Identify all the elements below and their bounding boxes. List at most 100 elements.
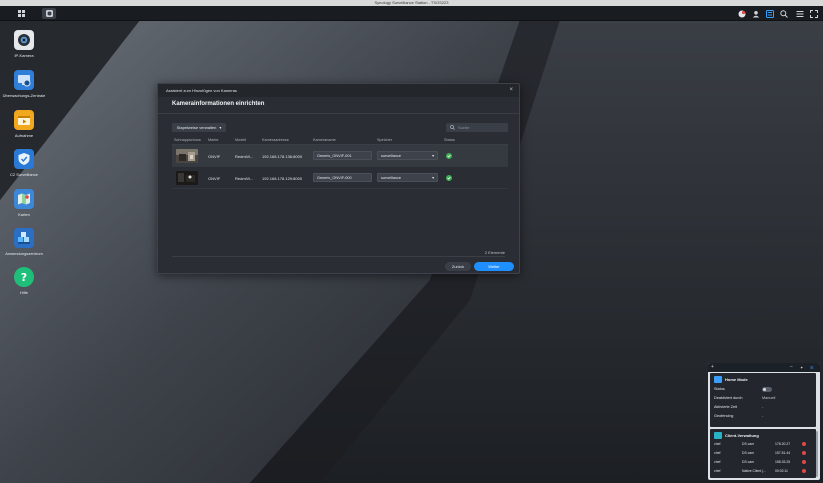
client-type: DS cam xyxy=(742,460,755,464)
batch-manage-label: Stapelweise verwalten xyxy=(176,125,217,130)
column-header-address[interactable]: Kameraadresse xyxy=(262,138,289,142)
disconnect-icon[interactable] xyxy=(802,460,806,464)
dialog-heading: Kamerainformationen einrichten xyxy=(172,101,265,107)
geofencing-label: Geofencing xyxy=(714,414,734,418)
widget-toolbar: + − ✦ ☰ xyxy=(708,363,820,372)
search-button[interactable] xyxy=(778,8,790,19)
notification-button[interactable] xyxy=(736,8,748,19)
column-header-brand[interactable]: Marke xyxy=(208,138,219,142)
disconnect-icon[interactable] xyxy=(802,451,806,455)
search-input[interactable] xyxy=(458,125,506,130)
camera-icon xyxy=(14,30,34,50)
recording-icon xyxy=(14,110,34,130)
home-mode-card: Home Mode Status Deaktiviert durch Manue… xyxy=(710,373,816,427)
desktop-icon-label: C2 Surveillance xyxy=(9,172,38,177)
camera-name-input[interactable]: Generic_ONVIF-001 xyxy=(313,151,372,160)
desktop-icon-monitor-center[interactable]: Überwachungs-Zentrale xyxy=(0,70,48,98)
table-row[interactable]: ONVIF RedmiVi... 192.168.178.136:8000 Ge… xyxy=(172,145,508,167)
notification-icon xyxy=(738,10,746,17)
client-management-title: Client-Verwaltung xyxy=(725,433,759,438)
fullscreen-button[interactable] xyxy=(808,8,820,19)
user-icon xyxy=(752,10,760,17)
dialog-header: Assistent zum Hinzufügen von Kameras × xyxy=(158,84,519,97)
active-time-label: Aktivierte Zeit xyxy=(714,405,737,409)
storage-select[interactable]: surveillance ▾ xyxy=(377,173,438,182)
status-ok-icon xyxy=(446,153,452,159)
table-header: Schnappschuss Marke Modell Kameraadresse… xyxy=(172,136,508,145)
desktop-icon-label: Hilfe xyxy=(19,290,28,295)
table-row[interactable]: ONVIF RedmiVi... 192.168.178.129:8000 Ge… xyxy=(172,167,508,189)
desktop-icon-recording[interactable]: Aufnahme xyxy=(0,110,48,138)
storage-value: surveillance xyxy=(381,175,402,180)
client-ip: 178.20.27 xyxy=(775,442,791,446)
main-menu-button[interactable] xyxy=(14,8,28,19)
disconnect-icon[interactable] xyxy=(802,469,806,473)
desktop-icon-label: Anwendungszentrum xyxy=(5,251,43,256)
desktop-icon-label: Karten xyxy=(18,212,30,217)
divider xyxy=(158,113,519,114)
column-header-status[interactable]: Status xyxy=(444,138,455,142)
camera-snapshot xyxy=(176,149,198,163)
status-label: Status xyxy=(714,387,725,391)
column-header-snapshot[interactable]: Schnappschuss xyxy=(174,138,201,142)
active-time-value: - xyxy=(762,405,764,409)
desktop-icon-c2-surveillance[interactable]: C2 Surveillance xyxy=(0,149,48,177)
client-type: Native Client (... xyxy=(742,469,767,473)
cell-brand: ONVIF xyxy=(208,176,221,181)
column-header-storage[interactable]: Speicher xyxy=(377,138,392,142)
close-icon[interactable]: × xyxy=(509,87,513,93)
cell-model: RedmiVi... xyxy=(235,154,254,159)
camera-name-input[interactable]: Generic_ONVIF-000 xyxy=(313,173,372,182)
client-ip: 158.33.25 xyxy=(775,460,791,464)
search-icon xyxy=(780,9,788,18)
settings-icon[interactable]: ☰ xyxy=(810,365,814,370)
deactivated-label: Deaktiviert durch xyxy=(714,396,743,400)
minimize-icon[interactable]: − xyxy=(790,364,793,370)
storage-value: surveillance xyxy=(381,153,402,158)
add-widget-icon[interactable]: + xyxy=(711,364,714,370)
top-taskbar xyxy=(0,6,823,21)
menu-icon xyxy=(796,10,804,17)
next-button[interactable]: Weiter xyxy=(474,262,514,271)
help-icon: ? xyxy=(14,267,34,287)
desktop-icon-maps[interactable]: Karten xyxy=(0,189,48,217)
monitor-center-icon xyxy=(14,70,34,90)
chevron-down-icon: ▾ xyxy=(219,125,222,130)
status-ok-icon xyxy=(446,175,452,181)
back-button[interactable]: Zurück xyxy=(445,262,471,271)
user-button[interactable] xyxy=(750,8,762,19)
disconnect-icon[interactable] xyxy=(802,442,806,446)
desktop-icon-ip-camera[interactable]: IP-Kamera xyxy=(0,30,48,58)
camera-table: Schnappschuss Marke Modell Kameraadresse… xyxy=(172,136,508,189)
item-count: 2 Elemente xyxy=(484,250,505,255)
map-icon xyxy=(14,189,34,209)
cell-address: 192.168.178.136:8000 xyxy=(262,154,303,159)
widgets-icon xyxy=(766,9,774,18)
desktop-icon-label: Überwachungs-Zentrale xyxy=(2,93,46,98)
chevron-down-icon: ▾ xyxy=(432,176,434,180)
widget-scrollbar[interactable] xyxy=(816,431,818,477)
desktop-icon-label: Aufnahme xyxy=(14,133,34,138)
add-camera-wizard-dialog: Assistent zum Hinzufügen von Kameras × K… xyxy=(157,83,520,274)
app-center-icon xyxy=(14,228,34,248)
search-box[interactable] xyxy=(446,123,508,132)
desktop-icon-app-center[interactable]: Anwendungszentrum xyxy=(0,228,48,256)
camera-app-icon xyxy=(45,10,53,17)
desktop-icon-help[interactable]: ? Hilfe xyxy=(0,267,48,295)
column-header-name[interactable]: Kameraname xyxy=(313,138,336,142)
taskbar-app-camera-wizard[interactable] xyxy=(42,8,56,19)
storage-select[interactable]: surveillance ▾ xyxy=(377,151,438,160)
home-mode-toggle[interactable] xyxy=(762,387,772,392)
options-button[interactable] xyxy=(794,8,806,19)
client-ip: 157.51.44 xyxy=(775,451,791,455)
widgets-button[interactable] xyxy=(764,8,776,19)
dialog-title: Assistent zum Hinzufügen von Kameras xyxy=(166,88,237,93)
desktop-icon-label: IP-Kamera xyxy=(14,53,34,58)
cell-address: 192.168.178.129:8000 xyxy=(262,176,303,181)
column-header-model[interactable]: Modell xyxy=(235,138,246,142)
svg-text:?: ? xyxy=(21,271,27,284)
batch-manage-button[interactable]: Stapelweise verwalten ▾ xyxy=(172,123,226,132)
home-mode-title: Home Mode xyxy=(725,377,748,382)
pin-icon[interactable]: ✦ xyxy=(800,365,803,370)
chevron-down-icon: ▾ xyxy=(432,154,434,158)
